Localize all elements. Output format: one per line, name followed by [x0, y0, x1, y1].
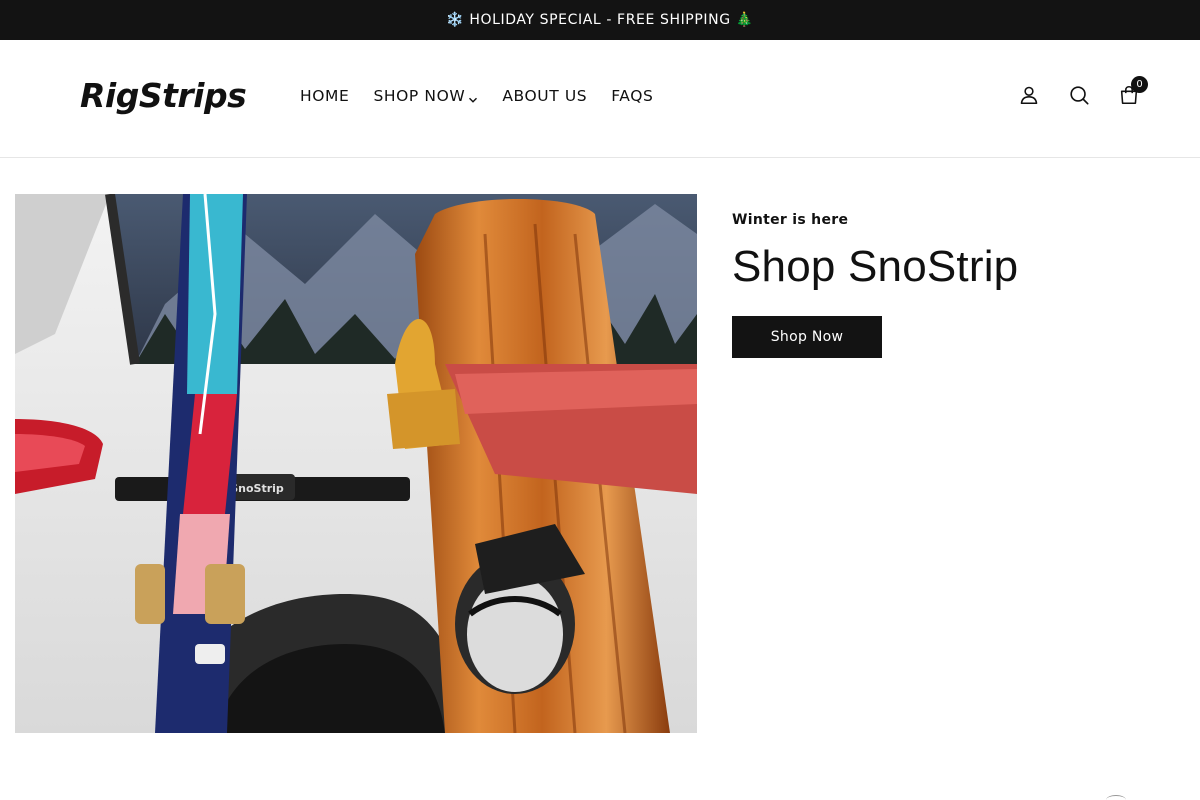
- main-nav: HOME SHOP NOW ABOUT US FAQS: [300, 87, 677, 105]
- nav-item-about-us[interactable]: ABOUT US: [502, 87, 587, 105]
- nav-item-home[interactable]: HOME: [300, 87, 349, 105]
- search-icon[interactable]: [1068, 84, 1090, 106]
- nav-item-shop-now[interactable]: SHOP NOW: [373, 87, 478, 105]
- account-icon[interactable]: [1018, 84, 1040, 106]
- nav-item-label: SHOP NOW: [373, 87, 466, 105]
- nav-item-label: ABOUT US: [502, 87, 588, 105]
- cart-icon[interactable]: 0: [1118, 76, 1148, 106]
- shop-now-button[interactable]: Shop Now: [732, 316, 882, 358]
- nav-item-faqs[interactable]: FAQS: [611, 87, 653, 105]
- shop-now-button-label: Shop Now: [770, 329, 844, 345]
- hero-content: Winter is here Shop SnoStrip Shop Now: [732, 212, 1152, 358]
- rack-logo-text: SnoStrip: [230, 482, 284, 495]
- hero-image: SnoStrip: [15, 194, 697, 733]
- nav-item-label: FAQS: [611, 87, 654, 105]
- announcement-bar: ❄️ HOLIDAY SPECIAL - FREE SHIPPING 🎄: [0, 0, 1200, 40]
- logo[interactable]: RigStrips: [80, 76, 247, 115]
- header-actions: 0: [1018, 76, 1148, 106]
- nav-item-label: HOME: [300, 87, 350, 105]
- chat-widget-edge[interactable]: [1106, 795, 1126, 800]
- cart-count-badge: 0: [1131, 76, 1148, 93]
- announcement-text: ❄️ HOLIDAY SPECIAL - FREE SHIPPING 🎄: [446, 12, 754, 28]
- hero-headline: Shop SnoStrip: [732, 242, 1019, 291]
- chevron-down-icon: [468, 91, 478, 103]
- hero-eyebrow: Winter is here: [732, 212, 849, 228]
- site-header: RigStrips HOME SHOP NOW ABOUT US FAQS 0: [0, 40, 1200, 158]
